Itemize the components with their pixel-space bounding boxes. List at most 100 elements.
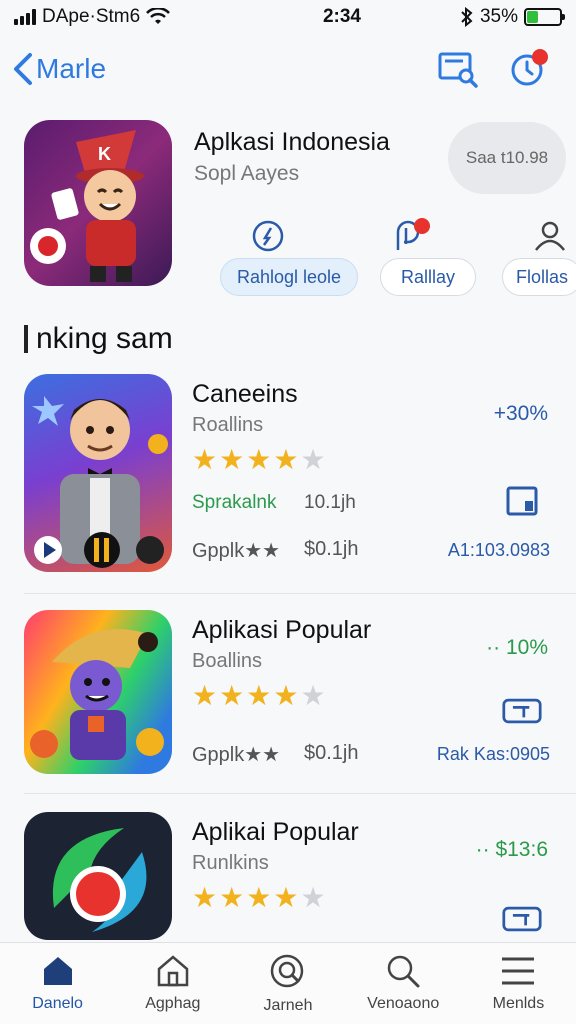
featured-actions: Rahlogl leole Ralllay Flollas: [194, 216, 576, 300]
featured-app: K Aplkasi Indonesia Sopl Aayes Saa t10.9…: [24, 120, 576, 310]
compass-icon: [252, 220, 284, 252]
back-button[interactable]: Marle: [12, 52, 106, 86]
star-filled-icon: ★: [192, 680, 218, 711]
svg-text:K: K: [98, 144, 111, 164]
notifications-button[interactable]: [506, 47, 550, 91]
tab-bar: Danelo Agphag Jarneh Venoaono Menlds: [0, 942, 576, 1024]
status-bar: DApe·Stm6 2:34 35%: [0, 0, 576, 34]
status-time: 2:34: [322, 6, 361, 27]
nav-bar: Marle: [0, 40, 576, 98]
app-category: Boallins: [192, 650, 263, 672]
app-code: Rak Kas:0905: [436, 744, 550, 764]
section-title-text: nking sam: [36, 322, 173, 355]
menu-icon: [502, 957, 535, 985]
app-price-label: Gpplk★★: [192, 540, 281, 562]
chip-reply[interactable]: Ralllay: [380, 258, 476, 296]
rating-stars: ★ ★ ★ ★ ★: [192, 446, 326, 474]
app-action-button[interactable]: [502, 902, 542, 936]
star-filled-icon: ★: [273, 680, 299, 711]
app-icon: [24, 610, 172, 774]
nav-actions: [436, 47, 564, 91]
tab-label: Danelo: [32, 995, 83, 1012]
rating-stars: ★ ★ ★ ★ ★: [192, 884, 326, 912]
app-code: A1:103.0983: [447, 540, 550, 560]
star-filled-icon: ★: [273, 882, 299, 913]
reply-action[interactable]: [390, 216, 434, 256]
star-filled-icon: ★: [246, 680, 272, 711]
list-item[interactable]: Aplikasi Popular Boallins ★ ★ ★ ★ ★ Gpplk★★ …: [0, 610, 576, 794]
section-marker: [24, 325, 28, 353]
star-empty-icon: ★: [300, 444, 326, 475]
app-name: Aplikasi Popular: [192, 616, 372, 644]
person-icon: [535, 221, 565, 251]
app-icon: [24, 812, 172, 940]
list-item[interactable]: Aplikai Popular Runlkins ★ ★ ★ ★ ★ ·· $13:6: [0, 812, 576, 942]
app-price-value: $0.1jh: [304, 742, 359, 764]
app-name: Aplikai Popular: [192, 818, 359, 846]
battery-icon: [524, 8, 565, 26]
featured-app-icon[interactable]: K: [24, 120, 172, 286]
rating-stars: ★ ★ ★ ★ ★: [192, 682, 326, 710]
tab-menu[interactable]: Menlds: [461, 943, 576, 1024]
app-category: Runlkins: [192, 852, 269, 874]
app-rank-change: +30%: [493, 402, 548, 425]
star-empty-icon: ★: [300, 882, 326, 913]
chip-follow[interactable]: Flollas: [502, 258, 576, 296]
cartoon-gentleman-icon: [32, 396, 168, 568]
section-title: nking sam: [24, 322, 173, 356]
tab-label: Menlds: [492, 995, 545, 1012]
back-label: Marle: [36, 53, 107, 84]
star-filled-icon: ★: [192, 444, 218, 475]
app-rank-change: ·· 10%: [486, 636, 548, 659]
status-left: DApe·Stm6: [14, 6, 244, 28]
battery-fill: [527, 11, 539, 23]
ticket-icon: [502, 698, 542, 724]
search-card-button[interactable]: [436, 47, 480, 91]
app-icon: [24, 374, 172, 572]
swirl-logo-icon: [52, 828, 147, 932]
app-name: Caneeins: [192, 380, 298, 408]
star-filled-icon: ★: [273, 444, 299, 475]
tab-apps[interactable]: Agphag: [115, 943, 230, 1024]
star-filled-icon: ★: [192, 882, 218, 913]
tab-discover[interactable]: Jarneh: [230, 943, 345, 1024]
app-action-button[interactable]: [502, 484, 542, 518]
house-outline-icon: [157, 955, 189, 987]
app-rank-change: ·· $13:6: [475, 838, 548, 861]
featured-app-title: Aplkasi Indonesia: [194, 128, 390, 156]
app-meta-label: Sprakalnk: [192, 492, 277, 513]
row-divider: [24, 793, 576, 794]
ranking-action[interactable]: [246, 216, 290, 256]
square-icon: [506, 486, 538, 516]
signal-icon: [14, 9, 36, 25]
app-price-label: Gpplk★★: [192, 744, 281, 766]
notification-badge: [532, 49, 548, 65]
tab-search[interactable]: Venoaono: [346, 943, 461, 1024]
tab-label: Jarneh: [263, 997, 313, 1014]
app-category: Roallins: [192, 414, 264, 436]
star-filled-icon: ★: [219, 444, 245, 475]
app-action-button[interactable]: [502, 694, 542, 728]
carrier-name: DApe·Stm6: [42, 6, 141, 27]
featured-app-subtitle: Sopl Aayes: [194, 162, 300, 185]
star-empty-icon: ★: [300, 680, 326, 711]
chip-ranking[interactable]: Rahlogl leole: [220, 258, 358, 296]
list-item[interactable]: Caneeins Roallins ★ ★ ★ ★ ★ Sprakalnk 10.1jh…: [0, 374, 576, 594]
ticket-icon: [502, 906, 542, 932]
search-circle-icon: [270, 954, 304, 988]
cartoon-character-icon: K: [30, 130, 144, 282]
featured-get-button[interactable]: Saa t10.98: [448, 122, 566, 194]
card-search-icon: [438, 52, 478, 88]
star-filled-icon: ★: [246, 444, 272, 475]
tab-home[interactable]: Danelo: [0, 943, 115, 1024]
battery-percent: 35%: [479, 6, 518, 27]
app-price-value: $0.1jh: [304, 538, 359, 560]
bluetooth-icon: [461, 7, 473, 27]
tab-label: Venoaono: [367, 995, 440, 1012]
chat-badge-icon: [396, 218, 430, 250]
search-icon: [387, 955, 420, 988]
wifi-icon: [146, 8, 171, 24]
follow-action[interactable]: [528, 216, 572, 256]
row-divider: [24, 593, 576, 594]
chevron-left-icon: [14, 53, 32, 85]
